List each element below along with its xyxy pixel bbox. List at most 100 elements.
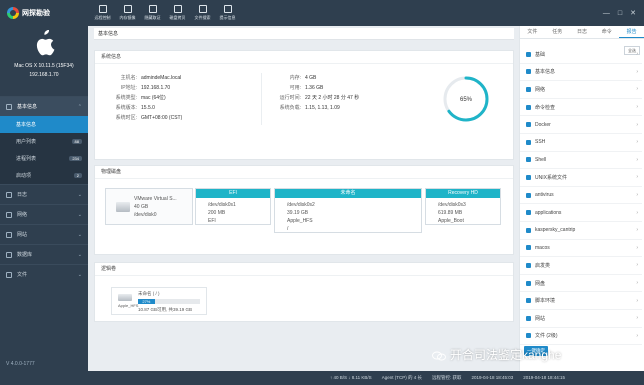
category-item[interactable]: 命令检查 › [520,99,642,117]
chevron-right-icon: › [636,121,638,128]
chevron-right-icon: › [636,192,638,199]
info-row: IP地址: 192.168.1.70 [120,85,171,91]
tool-disk-copy-button[interactable]: 磁盘拷贝 [165,0,190,26]
tool-info-button[interactable]: 提示信息 [215,0,240,26]
log-icon [6,191,12,198]
tab-report[interactable]: 报告 [619,26,644,38]
checkbox-icon[interactable] [526,86,531,92]
checkbox-icon[interactable] [526,174,531,180]
category-label: 网盘 [535,280,546,287]
checkbox-icon[interactable] [526,122,531,128]
category-label: 启发类 [535,262,551,269]
category-label: applications [535,209,562,216]
sidebar-item-files[interactable]: 文件 ⌄ [0,264,88,284]
category-item[interactable]: kaspersky_cantrip › [520,222,642,240]
info-row: 可用: 1.36 GB [289,85,324,91]
category-item[interactable]: 基本信息 › [520,64,642,82]
sidebar-item-logs[interactable]: 日志 ⌄ [0,184,88,204]
volume-usage-text: 10.87 GB可用, 共39.19 GB [138,307,193,312]
category-item[interactable]: Docker › [520,116,642,134]
volume-card[interactable]: Apple_HFS 未命名 ( / ) 27% 10.87 GB可用, 共39.… [111,287,207,315]
checkbox-icon[interactable] [526,51,531,57]
tab-commands[interactable]: 命令 [594,26,619,38]
tool-memory-button[interactable]: 内存镜像 [115,0,140,26]
partition-card[interactable]: EFI /dev/disk0s1 200 MB EFI [195,188,271,225]
checkbox-icon[interactable] [526,227,531,233]
chevron-up-icon: ⌃ [77,103,82,110]
category-item[interactable]: UNIX系统文件 › [520,169,642,187]
sidebar-subitem-startup[interactable]: 启动项 2 [0,167,88,184]
category-item[interactable]: 启发类 › [520,257,642,275]
status-time-2: 2019-04-18 18:44:15 [523,375,566,380]
category-item[interactable]: macos › [520,240,642,258]
status-agent: Agent (TCP) 的 4 长 [381,375,422,380]
sidebar-item-network[interactable]: 网络 ⌄ [0,204,88,224]
checkbox-icon[interactable] [526,157,531,163]
checkbox-icon[interactable] [526,315,531,321]
category-item[interactable]: 网络 › [520,81,642,99]
toolbar: 远程控制 内存镜像 隐藏取证 磁盘拷贝 文件搜索 提示信息 [88,0,240,26]
maximize-icon[interactable]: □ [618,10,622,17]
category-item[interactable]: 脚本环境 › [520,292,642,310]
category-label: 网站 [535,315,546,322]
partition-body: /dev/disk0s2 39.19 GB Apple_HFS / [287,202,315,232]
volume-usage-fill: 27% [138,299,155,304]
chevron-right-icon: › [636,227,638,234]
checkbox-icon[interactable] [526,192,531,198]
checkbox-icon[interactable] [526,262,531,268]
category-item[interactable]: antivirus › [520,187,642,205]
panel-title: 系统信息 [95,51,513,64]
tab-logs[interactable]: 日志 [570,26,595,38]
app-brand: 网探勘验 [0,0,88,26]
disk-card[interactable]: VMware Virtual S... 40 GB /dev/disk0 [105,188,193,225]
chevron-right-icon: › [636,104,638,111]
chevron-down-icon: ⌄ [77,191,82,198]
checkbox-icon[interactable] [526,280,531,286]
volume-label: 未命名 ( / ) [138,291,160,296]
tool-file-search-button[interactable]: 文件搜索 [190,0,215,26]
physical-disk-panel: 物理磁盘 VMware Virtual S... 40 GB /dev/disk… [94,165,514,255]
category-item[interactable]: Shell › [520,152,642,170]
sidebar-subitem-basic-info[interactable]: 基本信息 [0,116,88,133]
sidebar: Mac OS X 10.11.5 (15F34) 192.168.1.70 基本… [0,26,88,371]
tab-files[interactable]: 文件 [520,26,545,38]
close-icon[interactable]: ✕ [630,9,636,17]
category-item[interactable]: 网盘 › [520,275,642,293]
tab-tasks[interactable]: 任务 [545,26,570,38]
minimize-icon[interactable]: — [603,10,610,17]
category-item[interactable]: 网站 › [520,310,642,328]
checkbox-icon[interactable] [526,333,531,339]
chevron-right-icon: › [636,174,638,181]
category-item[interactable]: SSH › [520,134,642,152]
partition-name: EFI [196,189,270,198]
partition-card[interactable]: 未命名 /dev/disk0s2 39.19 GB Apple_HFS / [274,188,422,233]
checkbox-icon[interactable] [526,104,531,110]
chevron-right-icon: › [636,139,638,146]
checkbox-icon[interactable] [526,210,531,216]
divider [261,73,262,125]
device-info: Mac OS X 10.11.5 (15F34) 192.168.1.70 [0,26,88,96]
chevron-down-icon: ⌄ [77,251,82,258]
category-item[interactable]: applications › [520,204,642,222]
checkbox-icon[interactable] [526,69,531,75]
sidebar-item-database[interactable]: 数据库 ⌄ [0,244,88,264]
file-icon [6,271,12,278]
partition-card[interactable]: Recovery HD /dev/disk0s3 619.89 MB Apple… [425,188,501,225]
chevron-right-icon: › [636,297,638,304]
chevron-right-icon: › [636,209,638,216]
sidebar-item-basic-info[interactable]: 基本信息 ⌃ [0,96,88,116]
category-item[interactable]: 基础 › [520,46,642,64]
status-time-1: 2019-04-18 18:45:03 [471,375,514,380]
checkbox-icon[interactable] [526,298,531,304]
disk-copy-icon [173,5,182,13]
checkbox-icon[interactable] [526,139,531,145]
system-info-left: 主机名: admindeMac.local IP地址: 192.168.1.70 系… [107,73,183,123]
sidebar-subitem-users[interactable]: 用户列表 88 [0,133,88,150]
sidebar-subitem-processes[interactable]: 进程列表 234 [0,150,88,167]
chevron-right-icon: › [636,280,638,287]
checkbox-icon[interactable] [526,245,531,251]
tool-hidden-button[interactable]: 隐藏取证 [140,0,165,26]
category-item[interactable]: 文件 (2级) › [520,328,642,346]
sidebar-item-website[interactable]: 网站 ⌄ [0,224,88,244]
tool-remote-button[interactable]: 远程控制 [90,0,115,26]
